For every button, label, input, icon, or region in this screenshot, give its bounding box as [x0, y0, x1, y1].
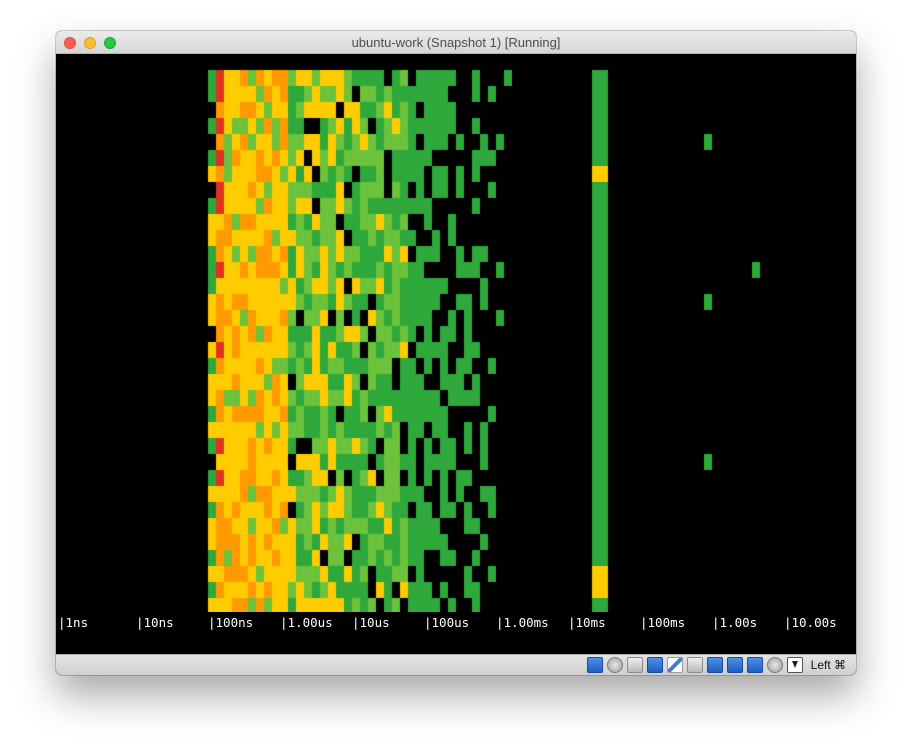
optical-drive-icon[interactable]	[606, 657, 623, 673]
axis-tick: |1.00ms	[496, 615, 549, 630]
host-key-label: Left ⌘	[810, 658, 846, 672]
axis-tick: |100ms	[640, 615, 686, 630]
title-bar[interactable]: ubuntu-work (Snapshot 1) [Running]	[56, 31, 856, 54]
axis-tick: |10.00s	[784, 615, 837, 630]
video-capture-icon[interactable]	[726, 657, 743, 673]
axis-tick: |1ns	[58, 615, 89, 630]
usb-icon[interactable]	[626, 657, 643, 673]
download-icon[interactable]	[786, 657, 803, 673]
axis-tick: |100us	[424, 615, 470, 630]
axis-tick: |1.00us	[280, 615, 333, 630]
latency-axis: |1ns |10ns |100ns |1.00us |10us |100us |…	[56, 612, 856, 636]
display-icon[interactable]	[686, 657, 703, 673]
shared-folder-icon[interactable]	[666, 657, 683, 673]
mouse-integration-icon[interactable]	[746, 657, 763, 673]
axis-tick: |10us	[352, 615, 390, 630]
network-adapter-icon[interactable]	[586, 657, 603, 673]
vm-screen[interactable]: |1ns |10ns |100ns |1.00us |10us |100us |…	[56, 54, 856, 654]
status-icons: Left ⌘	[586, 657, 846, 673]
screen-icon[interactable]	[706, 657, 723, 673]
axis-tick: |10ns	[136, 615, 174, 630]
cpu-icon[interactable]	[766, 657, 783, 673]
hard-disk-icon[interactable]	[646, 657, 663, 673]
vm-window: ubuntu-work (Snapshot 1) [Running] |1ns …	[56, 31, 856, 675]
status-bar: Left ⌘	[56, 654, 856, 675]
axis-tick: |10ms	[568, 615, 606, 630]
axis-tick: |100ns	[208, 615, 254, 630]
window-title: ubuntu-work (Snapshot 1) [Running]	[351, 35, 561, 50]
latency-heatmap	[56, 54, 856, 612]
axis-tick: |1.00s	[712, 615, 758, 630]
